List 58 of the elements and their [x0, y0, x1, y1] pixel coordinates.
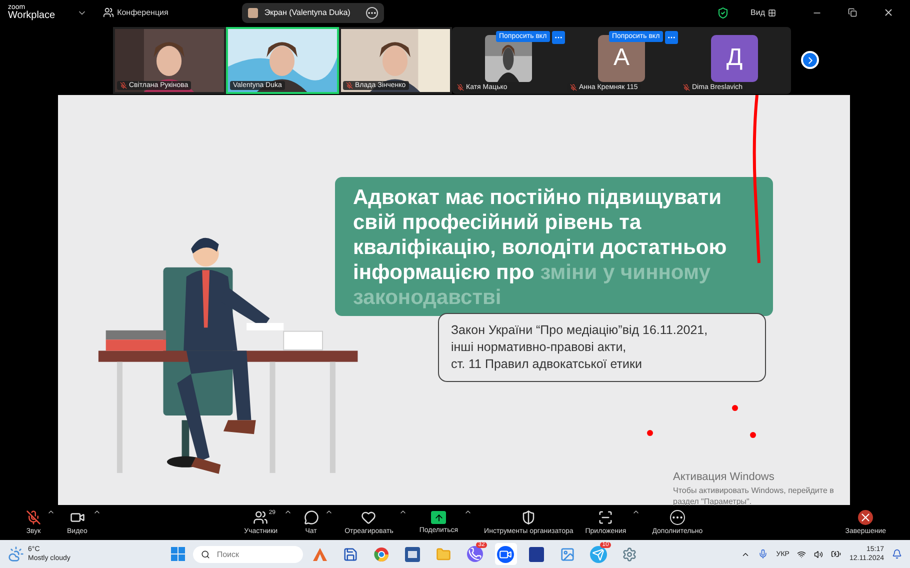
caret-icon[interactable]	[93, 508, 102, 516]
heart-icon	[361, 510, 376, 525]
arch-icon	[312, 547, 328, 561]
more-button[interactable]	[552, 30, 565, 44]
avatar-icon	[248, 8, 258, 18]
caret-icon[interactable]	[47, 508, 55, 516]
caret-icon[interactable]	[632, 508, 640, 516]
caret-icon[interactable]	[399, 508, 408, 516]
initial-avatar: Д	[711, 34, 758, 82]
video-camera-icon	[497, 546, 514, 562]
square-icon	[529, 546, 544, 562]
taskbar-app-button[interactable]	[494, 543, 517, 565]
grid-icon	[768, 8, 776, 16]
participants-icon	[103, 7, 114, 18]
activation-text: Чтобы активировать Windows, перейдите в раздел "Параметры".	[673, 485, 835, 507]
more-icon	[366, 6, 378, 18]
search-input[interactable]: Поиск	[214, 548, 289, 560]
activation-title: Активация Windows	[673, 472, 776, 483]
folder-icon	[436, 546, 452, 562]
wifi-icon	[797, 550, 806, 558]
settings-icon	[622, 546, 638, 562]
notifications-icon[interactable]	[892, 549, 902, 559]
mic-icon	[758, 549, 768, 559]
search-icon	[200, 550, 210, 558]
phone-icon	[466, 546, 483, 562]
chat-bubble-icon	[304, 510, 319, 525]
more-button[interactable]	[665, 30, 678, 44]
more-icon	[670, 510, 685, 525]
battery-icon	[831, 549, 842, 559]
screen-share-pill[interactable]: Экран (Valentyna Duka)	[242, 2, 384, 22]
volume-icon	[814, 550, 824, 558]
weather-icon	[8, 546, 24, 562]
word-icon	[405, 546, 420, 562]
next-page-button[interactable]	[801, 51, 819, 69]
view-button[interactable]: Вид	[750, 8, 776, 17]
annotation-dot	[732, 405, 738, 411]
annotation-dot	[750, 432, 756, 438]
shield-check-icon	[716, 6, 729, 18]
caret-icon[interactable]	[324, 508, 333, 516]
caret-icon[interactable]	[284, 508, 292, 516]
legal-reference-note: Закон України “Про медіацію”від 16.11.2021, інші нормативно-правові акти, ст. 11 Правил адвокатської етики	[438, 313, 766, 382]
windows-logo-icon[interactable]	[170, 547, 185, 561]
caret-icon[interactable]	[464, 508, 472, 516]
share-label: Экран (Valentyna Duka)	[264, 8, 350, 17]
video-camera-icon	[70, 510, 85, 525]
participants-icon	[253, 510, 268, 525]
slide-heading: Адвокат має постійно підвищувати свій професійний рівень та кваліфікацію, володіти достатньою інформацією про зміни у чинному законодавстві	[335, 177, 773, 316]
close-icon[interactable]	[883, 7, 894, 18]
chrome-icon	[374, 546, 390, 562]
shield-icon	[521, 510, 536, 525]
image-icon	[560, 546, 576, 562]
meeting-button[interactable]: Конференция	[103, 7, 168, 18]
apps-icon	[598, 510, 614, 525]
taskbar-search-field[interactable]: Поиск	[192, 546, 303, 562]
annotation-dot	[647, 430, 653, 436]
paper-plane-icon	[590, 546, 608, 562]
restore-icon[interactable]	[848, 8, 857, 17]
close-icon	[858, 510, 874, 525]
